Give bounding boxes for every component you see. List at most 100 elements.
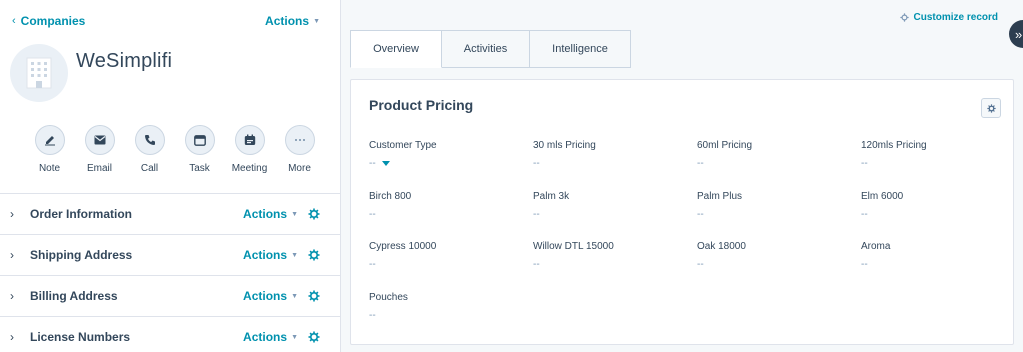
- gear-icon: [899, 13, 909, 22]
- gear-icon[interactable]: [308, 331, 320, 343]
- property-value[interactable]: --: [861, 259, 1011, 270]
- company-name[interactable]: WeSimplifi: [76, 50, 172, 73]
- call-label: Call: [140, 163, 159, 174]
- property-aroma: Aroma --: [861, 241, 1011, 292]
- email-button[interactable]: Email: [81, 125, 118, 174]
- chevron-right-icon: ›: [10, 330, 14, 344]
- more-button[interactable]: More: [281, 125, 318, 174]
- property-label: Aroma: [861, 241, 891, 252]
- caret-down-icon: ▼: [313, 17, 320, 25]
- customize-record-label: Customize record: [913, 12, 998, 23]
- double-chevron-icon: »: [1015, 26, 1023, 42]
- section-actions-menu[interactable]: Actions ▼: [243, 330, 298, 344]
- chevron-right-icon: ›: [10, 248, 14, 262]
- customer-type-dropdown[interactable]: --: [369, 158, 533, 169]
- property-palm-3k: Palm 3k --: [533, 191, 697, 242]
- caret-down-icon: ▼: [291, 251, 298, 259]
- collapse-panel-button[interactable]: »: [1009, 20, 1023, 48]
- customize-record-link[interactable]: Customize record: [899, 12, 998, 23]
- more-label: More: [288, 163, 311, 174]
- property-value: --: [369, 158, 376, 169]
- quick-actions-bar: Note Email Call Task Meeting More: [31, 125, 318, 174]
- task-label: Task: [189, 163, 210, 174]
- chevron-right-icon: ›: [10, 207, 14, 221]
- property-value[interactable]: --: [533, 209, 697, 220]
- tab-overview[interactable]: Overview: [350, 30, 442, 68]
- section-license-numbers[interactable]: › License Numbers Actions ▼: [0, 316, 340, 352]
- property-value[interactable]: --: [697, 158, 861, 169]
- property-label: Elm 6000: [861, 190, 904, 202]
- section-order-information[interactable]: › Order Information Actions ▼: [0, 193, 340, 234]
- record-actions-menu[interactable]: Actions ▼: [265, 14, 320, 28]
- property-value[interactable]: --: [369, 209, 533, 220]
- section-shipping-address[interactable]: › Shipping Address Actions ▼: [0, 234, 340, 275]
- gear-icon: [986, 103, 996, 113]
- company-avatar[interactable]: [10, 44, 68, 102]
- section-title: Order Information: [30, 207, 133, 221]
- section-billing-address[interactable]: › Billing Address Actions ▼: [0, 275, 340, 316]
- product-pricing-card: Product Pricing Customer Type -- 30 mls …: [350, 79, 1014, 345]
- note-button[interactable]: Note: [31, 125, 68, 174]
- property-value[interactable]: --: [861, 158, 1011, 169]
- property-label: Oak 18000: [697, 241, 746, 252]
- property-value[interactable]: --: [369, 259, 533, 270]
- property-value[interactable]: --: [861, 209, 1011, 220]
- gear-icon[interactable]: [308, 208, 320, 220]
- property-customer-type: Customer Type --: [369, 140, 533, 191]
- chevron-right-icon: ›: [10, 289, 14, 303]
- task-icon: [184, 125, 215, 155]
- note-label: Note: [38, 163, 61, 174]
- property-value[interactable]: --: [697, 209, 861, 220]
- chevron-left-icon: ‹: [12, 15, 16, 27]
- record-tabs: Overview Activities Intelligence: [350, 30, 631, 68]
- property-value[interactable]: --: [533, 259, 697, 270]
- meeting-icon: [234, 125, 265, 155]
- back-link-label: Companies: [20, 14, 86, 28]
- caret-down-icon: ▼: [291, 292, 298, 300]
- property-120mls-pricing: 120mls Pricing --: [861, 140, 1011, 191]
- tab-activities[interactable]: Activities: [442, 30, 530, 68]
- building-icon: [26, 57, 52, 89]
- caret-down-icon: [381, 161, 390, 166]
- back-to-companies-link[interactable]: ‹ Companies: [12, 14, 85, 28]
- main-content: Customize record » Overview Activities I…: [341, 0, 1023, 352]
- sidebar-sections: › Order Information Actions ▼ › Shipping …: [0, 193, 340, 352]
- section-actions-label: Actions: [243, 330, 288, 344]
- property-label: Pouches: [369, 291, 408, 303]
- section-title: Billing Address: [30, 289, 118, 303]
- meeting-label: Meeting: [231, 163, 268, 174]
- gear-icon[interactable]: [308, 249, 320, 261]
- call-icon: [134, 125, 165, 155]
- property-value[interactable]: --: [697, 259, 861, 270]
- email-label: Email: [86, 163, 112, 174]
- caret-down-icon: ▼: [291, 210, 298, 218]
- email-icon: [84, 125, 115, 155]
- section-actions-menu[interactable]: Actions ▼: [243, 248, 298, 262]
- left-sidebar: ‹ Companies Actions ▼ WeSimplifi Note Em…: [0, 0, 341, 352]
- meeting-button[interactable]: Meeting: [231, 125, 268, 174]
- property-30-mls-pricing: 30 mls Pricing --: [533, 140, 697, 191]
- property-label: Birch 800: [369, 190, 412, 202]
- property-label: 120mls Pricing: [861, 140, 927, 151]
- more-icon: [284, 125, 315, 155]
- section-actions-menu[interactable]: Actions ▼: [243, 289, 298, 303]
- property-label: Palm 3k: [533, 190, 570, 202]
- section-title: License Numbers: [30, 330, 131, 344]
- property-value[interactable]: --: [369, 310, 533, 321]
- task-button[interactable]: Task: [181, 125, 218, 174]
- property-grid: Customer Type -- 30 mls Pricing -- 60ml …: [369, 140, 1003, 342]
- call-button[interactable]: Call: [131, 125, 168, 174]
- section-title: Shipping Address: [30, 248, 133, 262]
- tab-label: Activities: [463, 43, 508, 55]
- tab-intelligence[interactable]: Intelligence: [530, 30, 631, 68]
- tab-label: Intelligence: [552, 43, 608, 55]
- property-value[interactable]: --: [533, 158, 697, 169]
- property-60ml-pricing: 60ml Pricing --: [697, 140, 861, 191]
- card-settings-button[interactable]: [981, 98, 1001, 118]
- section-actions-menu[interactable]: Actions ▼: [243, 207, 298, 221]
- property-oak-18000: Oak 18000 --: [697, 241, 861, 292]
- property-cypress-10000: Cypress 10000 --: [369, 241, 533, 292]
- property-label: Willow DTL 15000: [533, 241, 614, 252]
- caret-down-icon: ▼: [291, 333, 298, 341]
- gear-icon[interactable]: [308, 290, 320, 302]
